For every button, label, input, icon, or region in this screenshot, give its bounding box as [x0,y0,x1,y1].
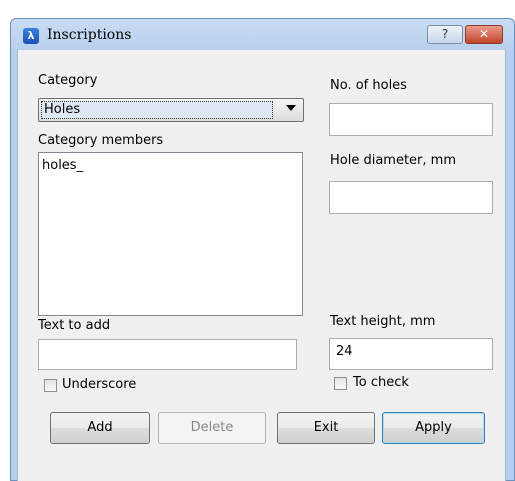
text-height-label: Text height, mm [330,314,436,329]
window-title: Inscriptions [47,27,132,43]
delete-button[interactable]: Delete [158,412,266,444]
title-bar[interactable]: λ Inscriptions ? ✕ [11,19,514,51]
to-check-label: To check [353,375,409,390]
num-holes-label: No. of holes [330,78,407,93]
app-icon: λ [23,28,39,44]
underscore-checkbox[interactable] [44,379,57,392]
text-height-input[interactable]: 24 [329,338,493,370]
num-holes-input[interactable] [329,103,493,136]
chevron-down-icon[interactable] [286,105,296,111]
close-button[interactable]: ✕ [465,25,503,44]
members-list[interactable]: holes_ [38,152,303,316]
text-to-add-input[interactable] [38,339,297,370]
list-item[interactable]: holes_ [42,158,299,173]
hole-diameter-input[interactable] [329,181,493,214]
exit-button[interactable]: Exit [277,412,375,444]
help-button[interactable]: ? [427,25,463,44]
category-select[interactable]: Holes [38,98,304,122]
category-label: Category [38,73,98,88]
add-button[interactable]: Add [50,412,150,444]
to-check-checkbox[interactable] [334,377,347,390]
text-to-add-label: Text to add [38,318,111,333]
hole-diameter-label: Hole diameter, mm [330,153,456,168]
apply-button[interactable]: Apply [382,412,485,444]
category-selected-value: Holes [41,101,273,119]
members-label: Category members [38,133,164,148]
underscore-label: Underscore [62,377,137,392]
